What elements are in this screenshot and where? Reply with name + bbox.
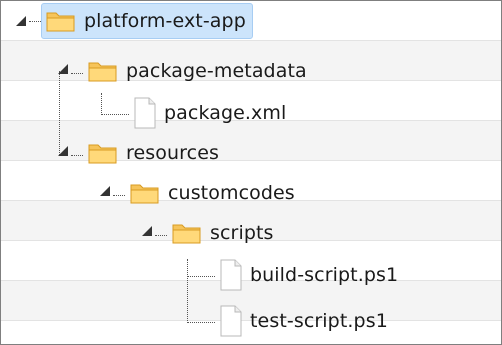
tree-node-label: platform-ext-app bbox=[84, 10, 246, 32]
file-icon bbox=[220, 259, 242, 291]
expanded-triangle-icon[interactable] bbox=[57, 63, 69, 75]
folder-icon bbox=[46, 12, 75, 32]
tree-connector-line bbox=[187, 322, 215, 323]
expanded-triangle-icon[interactable] bbox=[57, 145, 69, 157]
tree-node-test-script[interactable]: test-script.ps1 bbox=[215, 303, 395, 339]
tree-node-scripts[interactable]: scripts bbox=[167, 215, 281, 251]
expanded-triangle-icon[interactable] bbox=[15, 15, 27, 27]
tree-connector-line bbox=[187, 276, 215, 277]
tree-connector-line bbox=[101, 114, 129, 115]
file-icon bbox=[134, 97, 156, 129]
folder-icon bbox=[88, 144, 117, 164]
tree-node-package-xml[interactable]: package.xml bbox=[129, 95, 293, 131]
tree-connector-line bbox=[187, 259, 188, 323]
tree-node-resources[interactable]: resources bbox=[83, 135, 226, 171]
folder-icon bbox=[88, 62, 117, 82]
tree-node-label: build-script.ps1 bbox=[250, 264, 399, 286]
tree-connector-line bbox=[29, 21, 41, 22]
tree-node-build-script[interactable]: build-script.ps1 bbox=[215, 257, 405, 293]
expanded-triangle-icon[interactable] bbox=[141, 225, 153, 237]
file-tree: platform-ext-app package-metadata packag… bbox=[0, 0, 502, 345]
tree-connector-line bbox=[71, 155, 83, 156]
tree-connector-line bbox=[155, 235, 167, 236]
tree-node-label: test-script.ps1 bbox=[250, 310, 388, 332]
folder-icon bbox=[172, 224, 201, 244]
tree-node-label: package.xml bbox=[164, 102, 287, 124]
tree-node-customcodes[interactable]: customcodes bbox=[125, 175, 302, 211]
expanded-triangle-icon[interactable] bbox=[99, 185, 111, 197]
folder-icon bbox=[130, 184, 159, 204]
file-icon bbox=[220, 305, 242, 337]
tree-connector-line bbox=[71, 73, 83, 74]
tree-node-label: package-metadata bbox=[126, 60, 307, 82]
tree-node-label: resources bbox=[126, 142, 219, 164]
tree-node-label: customcodes bbox=[168, 182, 295, 204]
tree-node-label: scripts bbox=[210, 222, 274, 244]
tree-connector-line bbox=[101, 93, 102, 115]
tree-connector-line bbox=[113, 195, 125, 196]
tree-node-package-metadata[interactable]: package-metadata bbox=[83, 53, 314, 89]
tree-connector-line bbox=[59, 71, 60, 155]
tree-node-platform-ext-app[interactable]: platform-ext-app bbox=[41, 3, 253, 39]
